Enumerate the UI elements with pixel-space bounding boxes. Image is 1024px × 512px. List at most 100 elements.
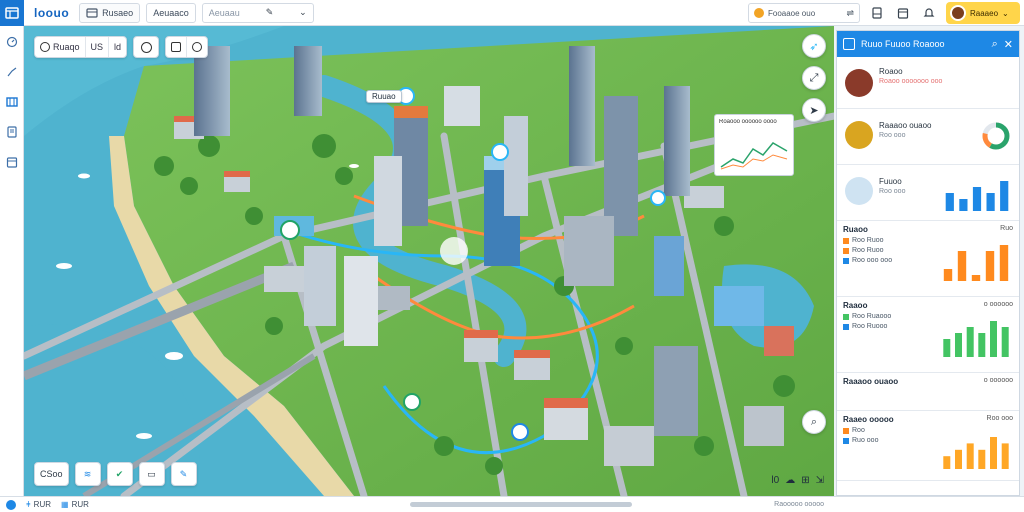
view-option-2[interactable]: US	[86, 37, 110, 57]
app-title: loouo	[34, 5, 70, 20]
status-bar: ǂ RUR ▦ RUR Raooooo ooooo	[0, 496, 1024, 512]
poi-label[interactable]: Ruuao	[366, 90, 402, 103]
map-toolbar: Ruaqo US ld	[34, 36, 209, 58]
chart-bar	[990, 437, 997, 469]
time-tool-label: l0	[771, 475, 780, 486]
panel-title: Ruuo Fuuoo Roaooo	[861, 39, 945, 49]
info-icon[interactable]	[6, 499, 16, 510]
chart-bar	[971, 275, 981, 281]
user-menu[interactable]: Raaaeo ⌄	[946, 2, 1020, 24]
chart-bar	[943, 456, 951, 469]
chart-bar	[990, 321, 997, 357]
filter-field-1[interactable]: Aeuaaco	[146, 2, 196, 23]
map-compass-button[interactable]: ➤	[802, 98, 826, 122]
measure-tool[interactable]: CSoo	[34, 462, 69, 486]
map-bottom-tools: CSoo ≋ ✔ ▭ ✎	[34, 462, 197, 486]
notifications-button[interactable]	[920, 4, 938, 22]
export-tool[interactable]: ⇲	[816, 475, 824, 486]
list-item[interactable]: Raaaoo ouaoo Roo ooo	[837, 109, 1019, 165]
screen-tool[interactable]: ▭	[138, 462, 165, 486]
time-tool[interactable]: l0	[771, 475, 779, 486]
layer-toggle-1[interactable]	[166, 37, 188, 57]
sliders-icon: ⇌	[846, 7, 854, 18]
map-analytics-card[interactable]: Roaooo oooooo oooo	[714, 114, 794, 176]
rail-item-calendar[interactable]	[4, 154, 20, 170]
network-icon: ǂ	[26, 500, 31, 509]
poi-label-text: Ruuao	[372, 92, 396, 101]
map-fullscreen-button[interactable]: ⤢	[802, 66, 826, 90]
location-search-text: Fooaaoe ouo	[768, 8, 816, 18]
cloud-icon: ☁	[785, 475, 796, 486]
view-switcher[interactable]: Ruaqo US ld	[34, 36, 128, 58]
layers-tool[interactable]: ≋	[74, 462, 101, 486]
legend-label: Ruo ooo	[852, 437, 879, 444]
rail-item-map[interactable]	[4, 94, 20, 110]
check-tool[interactable]: ✔	[106, 462, 133, 486]
status-item-2[interactable]: ▦ RUR	[61, 500, 89, 509]
filter-field-1-value: Aeuaaco	[153, 7, 189, 18]
layer-toggle-2[interactable]	[187, 37, 207, 57]
rail-item-routes[interactable]	[4, 64, 20, 80]
city-map[interactable]: Ruaqo US ld ➶ ⤢ ➤ ⌕ Ruuao Roaooo oooooo …	[24, 26, 834, 496]
draw-tool[interactable]: ✎	[170, 462, 197, 486]
stats-section[interactable]: Raaeo ooooo Roo ooo Roo Ruo ooo	[837, 411, 1019, 481]
chart-bar	[978, 449, 986, 469]
list-item[interactable]: Fuuoo Roo ooo	[837, 165, 1019, 221]
contact-meta: Roo ooo	[879, 188, 906, 195]
location-search[interactable]: Fooaaoe ouo ⇌	[748, 3, 860, 23]
section-title: Raaeo ooooo	[843, 415, 894, 424]
map-zoom-button[interactable]: ⌕	[802, 410, 826, 434]
menu-button[interactable]: Rusaeo	[79, 2, 141, 23]
chart-1	[943, 245, 1009, 281]
app-logo[interactable]	[0, 0, 24, 26]
contact-text: Raaaoo ouaoo Roo ooo	[879, 121, 932, 139]
stats-section[interactable]: Raaoo o oooooo Roo Ruaooo Roo Ruooo	[837, 297, 1019, 373]
status-right-text: Raooooo ooooo	[774, 501, 824, 508]
chart-2	[943, 321, 1009, 357]
settings-icon	[192, 42, 203, 52]
filter-field-2[interactable]: Aeuaau ✎ ⌄	[201, 2, 314, 23]
legend-label: Roo Ruaooo	[852, 313, 892, 320]
section-meta: o oooooo	[983, 377, 1013, 384]
contact-name: Roaoo	[879, 67, 903, 76]
menu-label: Rusaeo	[102, 7, 134, 18]
export-icon: ⇲	[815, 475, 824, 486]
view-option-3[interactable]: ld	[109, 37, 126, 57]
map-scene	[24, 26, 834, 496]
legend-label: Roo Ruoo	[852, 237, 884, 244]
rail-item-reports[interactable]	[4, 124, 20, 140]
contact-name: Fuuoo	[879, 177, 902, 186]
measure-tool-label: CSoo	[40, 469, 63, 479]
route-icon	[7, 67, 16, 77]
weather-tool[interactable]: ☁	[785, 475, 795, 486]
view-option-2-label: US	[90, 42, 104, 52]
horizontal-scrollbar[interactable]	[410, 502, 632, 507]
grid-tool[interactable]: ⊞	[801, 475, 809, 486]
legend-label: Roo	[852, 427, 865, 434]
view-button[interactable]: Ruaqo	[35, 37, 86, 57]
stats-section[interactable]: Ruaoo Ruo Roo Ruoo Roo Ruoo Roo ooo ooo	[837, 221, 1019, 297]
stats-section[interactable]: Raaaoo ouaoo o oooooo	[837, 373, 1019, 411]
section-title: Raaaoo ouaoo	[843, 377, 899, 386]
close-icon[interactable]: ✕	[1004, 38, 1013, 51]
locate-button[interactable]	[133, 36, 160, 58]
globe-avatar	[845, 177, 873, 205]
pin-icon: ✎	[265, 7, 274, 17]
section-meta: Roo ooo	[986, 415, 1013, 422]
print-button[interactable]	[868, 4, 886, 22]
calendar-button[interactable]	[894, 4, 912, 22]
side-panel: Ruuo Fuuoo Roaooo ⌕ ✕ Roaoo Roaoo oooooo…	[836, 30, 1020, 496]
map-share-button[interactable]: ➶	[802, 34, 826, 58]
chevron-down-icon: ⌄	[1002, 8, 1009, 18]
list-item[interactable]: Roaoo Roaoo ooooooo ooo	[837, 57, 1019, 109]
chart-bar	[985, 251, 995, 281]
monitor-icon: ▭	[147, 468, 156, 479]
chart-bar	[943, 269, 953, 281]
status-item-1[interactable]: ǂ RUR	[26, 500, 51, 509]
chart-bar	[966, 327, 974, 357]
draw-icon: ✎	[179, 468, 188, 479]
fullscreen-icon: ⤢	[809, 71, 819, 84]
layer-controls[interactable]	[165, 36, 209, 58]
search-icon[interactable]: ⌕	[992, 38, 998, 51]
rail-item-dashboard[interactable]	[4, 34, 20, 50]
